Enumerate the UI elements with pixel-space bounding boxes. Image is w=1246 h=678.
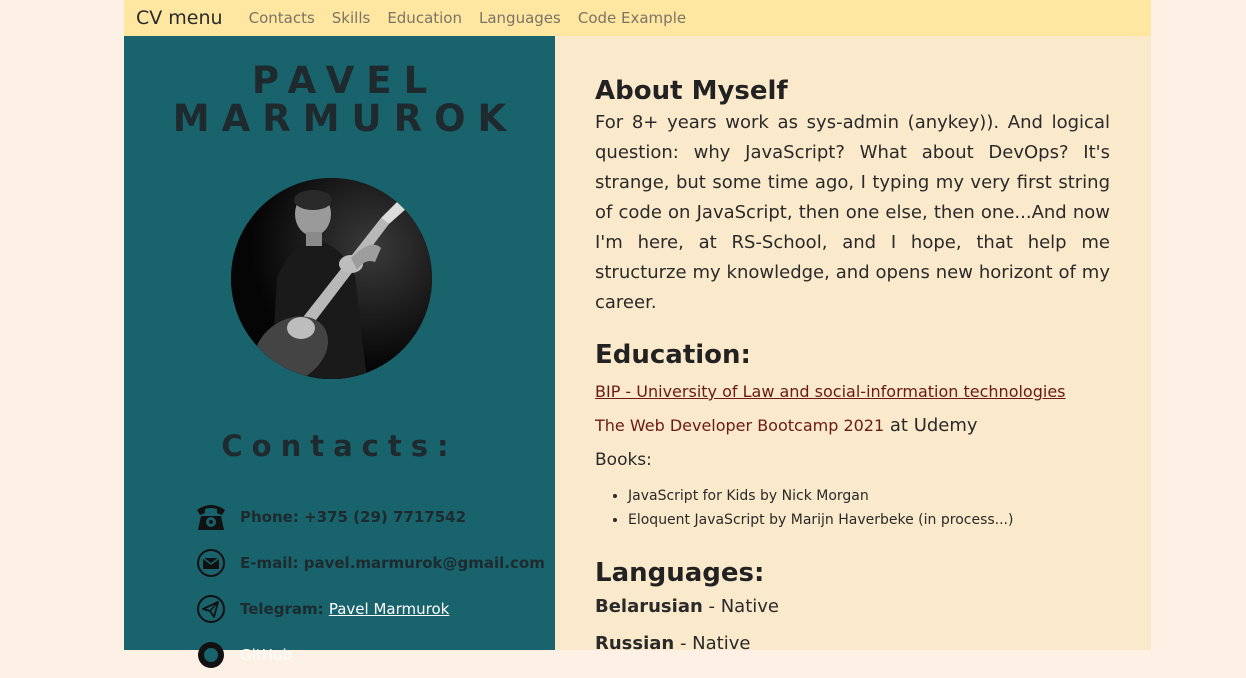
phone-icon [194,500,228,534]
about-text: For 8+ years work as sys-admin (anykey))… [595,112,1110,313]
profile-name: PAVEL MARMUROK [124,62,555,138]
education-bootcamp: The Web Developer Bootcamp 2021 at Udemy [595,415,1110,436]
profile-first-name: PAVEL [251,59,440,102]
language-name: Russian [595,633,675,654]
contact-telegram: Telegram: Pavel Marmurok [194,586,545,632]
about-title: About Myself [595,76,788,106]
language-name: Belarusian [595,596,703,617]
contact-phone-label: Phone: [240,508,299,526]
github-icon [194,638,228,672]
education-title: Education: [595,340,751,370]
contact-email-value: pavel.marmurok@gmail.com [303,554,545,572]
contact-list: Phone: +375 (29) 7717542 E-mail: pavel.m… [194,494,545,678]
nav-link-education[interactable]: Education [387,9,462,27]
github-link[interactable]: GitHub [240,646,292,664]
avatar-photo [231,178,432,379]
contact-email: E-mail: pavel.marmurok@gmail.com [194,540,545,586]
book-item: Eloquent JavaScript by Marijn Haverbeke … [628,508,1110,532]
content-column: About Myself For 8+ years work as sys-ad… [595,74,1110,654]
nav-brand[interactable]: CV menu [136,7,223,29]
avatar [231,178,432,379]
contacts-title: Contacts: [221,429,458,463]
education-bootcamp-suffix: at Udemy [884,415,978,436]
contact-email-label: E-mail: [240,554,299,572]
contact-phone: Phone: +375 (29) 7717542 [194,494,545,540]
nav-link-languages[interactable]: Languages [479,9,561,27]
language-item: Belarusian - Native [595,596,1110,617]
language-item: Russian - Native [595,633,1110,654]
language-level: - Native [674,633,751,654]
mail-icon [194,546,228,580]
language-level: - Native [702,596,780,617]
contact-phone-value: +375 (29) 7717542 [304,508,467,526]
top-nav: CV menu Contacts Skills Education Langua… [124,0,1151,36]
book-item: JavaScript for Kids by Nick Morgan [628,484,1110,508]
nav-links: Contacts Skills Education Languages Code… [249,9,687,27]
nav-link-skills[interactable]: Skills [332,9,371,27]
books-label: Books: [595,450,652,470]
languages-title: Languages: [595,558,765,588]
books-list: JavaScript for Kids by Nick Morgan Eloqu… [595,484,1110,532]
sidebar: PAVEL MARMUROK Contacts: Phone: +375 (29… [124,36,555,668]
education-link-bootcamp[interactable]: The Web Developer Bootcamp 2021 [595,416,884,435]
education-link-university[interactable]: BIP - University of Law and social-infor… [595,382,1110,401]
nav-link-code-example[interactable]: Code Example [578,9,686,27]
telegram-link[interactable]: Pavel Marmurok [329,600,449,618]
main-content: About Myself For 8+ years work as sys-ad… [555,36,1151,654]
contact-github: GitHub [194,632,545,678]
profile-last-name: MARMUROK [172,97,519,140]
contact-telegram-label: Telegram: [240,600,324,618]
nav-link-contacts[interactable]: Contacts [249,9,315,27]
telegram-icon [194,592,228,626]
